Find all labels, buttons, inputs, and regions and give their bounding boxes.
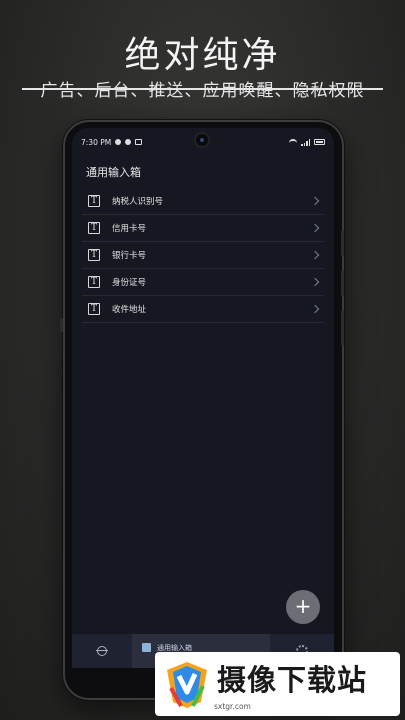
inbox-icon [142, 643, 151, 652]
list-item-credit-card[interactable]: T 信用卡号 [82, 215, 324, 242]
promo-title: 绝对纯净 [124, 35, 281, 76]
watermark-badge: 摄像下载站 [155, 652, 400, 716]
watermark-text: 摄像下载站 [217, 663, 368, 697]
chevron-right-icon [310, 223, 320, 233]
list-item-id-number[interactable]: T 身份证号 [82, 269, 324, 296]
text-box-icon: T [88, 222, 100, 234]
chevron-right-icon [310, 304, 320, 314]
chevron-right-icon [310, 250, 320, 260]
signal-icon [301, 138, 310, 146]
list-item-label: 身份证号 [112, 278, 147, 288]
list-item-taxpayer-id[interactable]: T 纳税人识别号 [82, 188, 324, 215]
chevron-right-icon [310, 277, 320, 287]
text-box-icon: T [88, 195, 100, 207]
list-item-label: 收件地址 [112, 305, 147, 315]
page-title: 通用输入箱 [86, 166, 141, 179]
list-item-label: 信用卡号 [112, 224, 147, 234]
wifi-icon [289, 139, 297, 145]
list-item-shipping-address[interactable]: T 收件地址 [82, 296, 324, 323]
chat-bubble-icon [125, 139, 132, 145]
phone-screen: 7:30 PM 通用输入箱 T 纳税人识别号 T 信用卡号 T 银行卡号 T 身… [72, 128, 334, 668]
watermark-logo [161, 658, 213, 710]
text-box-icon: T [88, 249, 100, 261]
chevron-right-icon [310, 196, 320, 206]
strikethrough-line [22, 88, 383, 90]
text-box-icon: T [88, 276, 100, 288]
status-time: 7:30 PM [81, 137, 112, 147]
front-camera [194, 132, 210, 148]
list-item-bank-card[interactable]: T 银行卡号 [82, 242, 324, 269]
person-icon [115, 139, 122, 145]
mail-icon [135, 139, 143, 145]
watermark-url: sxtgr.com [214, 702, 251, 711]
side-button-left [60, 318, 63, 332]
volume-button [341, 230, 344, 256]
text-box-icon: T [88, 303, 100, 315]
power-button [341, 310, 344, 346]
list-item-label: 纳税人识别号 [112, 197, 164, 207]
lock-icon [96, 646, 108, 656]
input-list: T 纳税人识别号 T 信用卡号 T 银行卡号 T 身份证号 T 收件地址 [82, 188, 324, 323]
list-item-label: 银行卡号 [112, 251, 147, 261]
battery-icon [314, 139, 325, 145]
add-button[interactable]: + [286, 590, 320, 624]
tab-lock[interactable] [72, 634, 132, 668]
volume-button [341, 270, 344, 296]
